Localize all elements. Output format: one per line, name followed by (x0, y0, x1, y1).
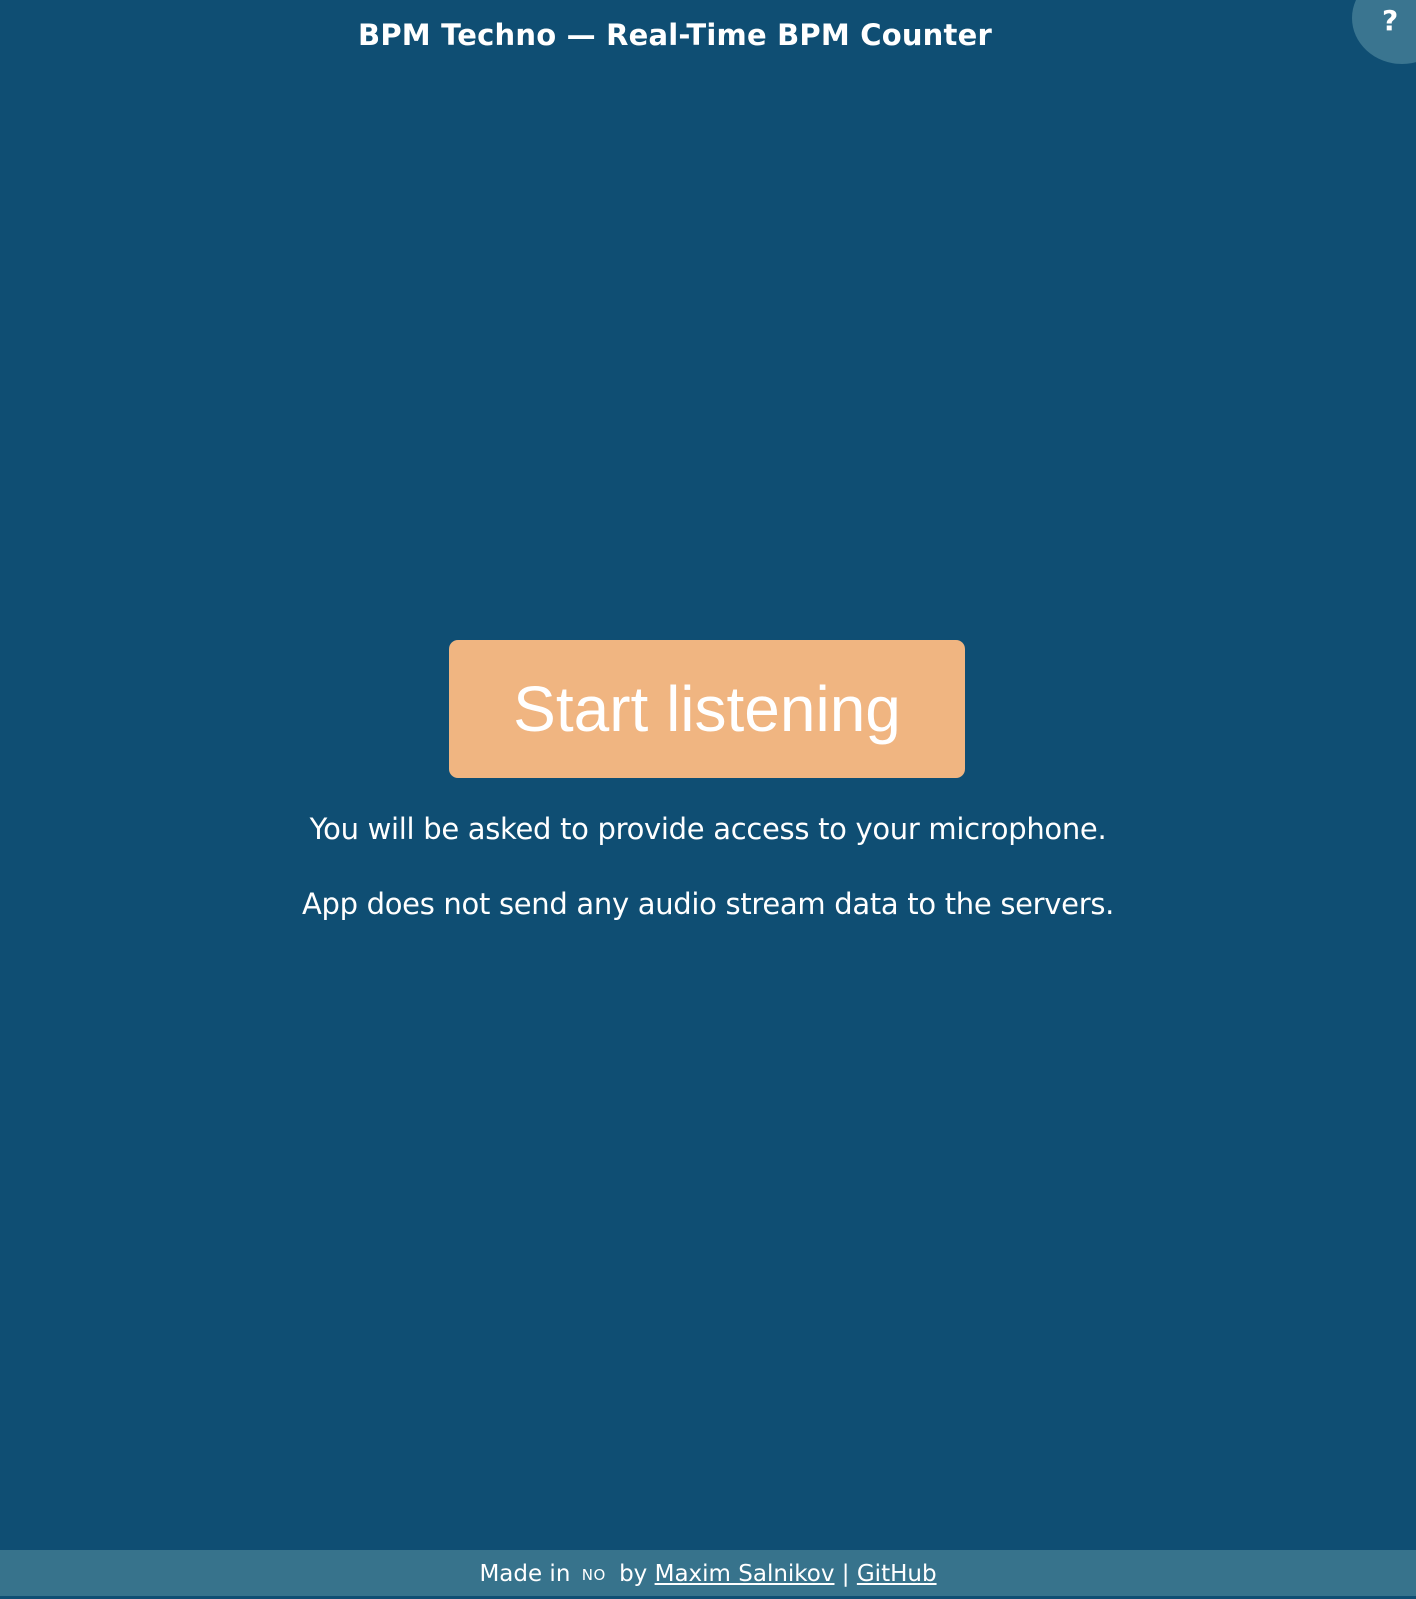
author-link[interactable]: Maxim Salnikov (655, 1561, 835, 1587)
footer-separator: | (841, 1561, 850, 1587)
app-header: BPM Techno — Real-Time BPM Counter ? (0, 0, 1416, 80)
help-button[interactable]: ? (1352, 0, 1416, 64)
github-link[interactable]: GitHub (857, 1561, 937, 1587)
page-title: BPM Techno — Real-Time BPM Counter (358, 18, 992, 52)
by-label: by (619, 1561, 648, 1587)
start-listening-button[interactable]: Start listening (449, 640, 965, 778)
privacy-notice: App does not send any audio stream data … (301, 887, 1115, 921)
made-in-label: Made in (479, 1561, 571, 1587)
app-footer: Made in NO by Maxim Salnikov | GitHub (0, 1550, 1416, 1596)
main-content: Start listening You will be asked to pro… (0, 640, 1416, 921)
microphone-notice: You will be asked to provide access to y… (309, 812, 1107, 846)
norway-flag-icon: NO (581, 1566, 606, 1584)
question-mark-icon: ? (1382, 4, 1399, 37)
